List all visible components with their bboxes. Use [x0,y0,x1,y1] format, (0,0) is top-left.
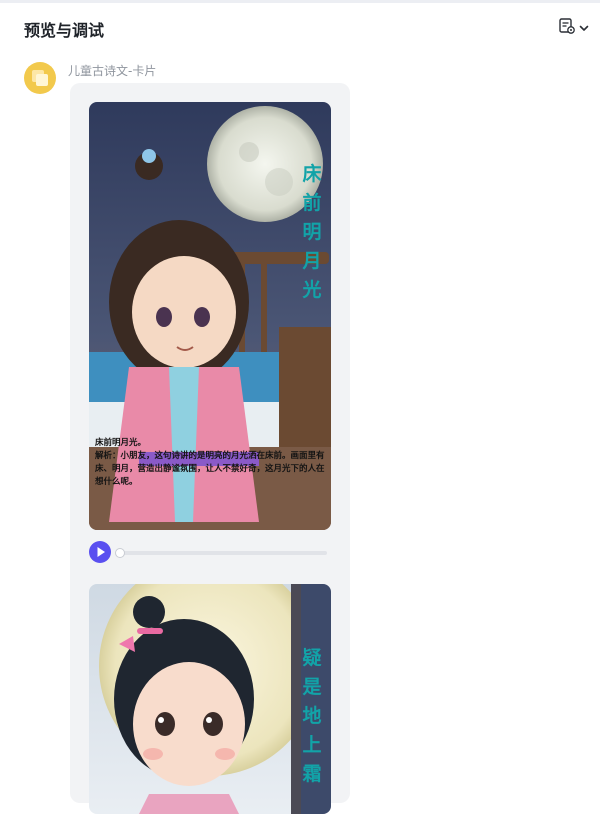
poem-card-image[interactable]: 疑是地上霜 [89,584,331,814]
settings-dropdown-button[interactable] [558,15,594,41]
sender-name: 儿童古诗文-卡片 [68,64,157,78]
audio-progress-handle[interactable] [115,548,125,558]
card-illustration [89,584,331,814]
chevron-down-icon [578,19,590,38]
poem-card-image[interactable]: 床前明月光 床前明月光。 解析：小朋友，这句诗讲的是明亮的月光洒在床前。画面里有… [89,102,331,530]
page-title: 预览与调试 [24,21,105,40]
form-settings-icon [558,17,576,39]
bot-avatar-icon [24,62,56,94]
play-icon [97,547,105,557]
poem-line-text: 床前明月光 [302,163,322,301]
poem-caption: 床前明月光。 解析：小朋友，这句诗讲的是明亮的月光洒在床前。画面里有床、明月，营… [95,438,325,487]
play-button[interactable] [89,541,111,563]
audio-player [89,540,331,564]
message-bubble: 床前明月光 床前明月光。 解析：小朋友，这句诗讲的是明亮的月光洒在床前。画面里有… [70,83,350,814]
poem-line-text: 疑是地上霜 [302,647,322,785]
header: 预览与调试 [0,3,600,53]
audio-progress-track[interactable] [117,551,327,555]
